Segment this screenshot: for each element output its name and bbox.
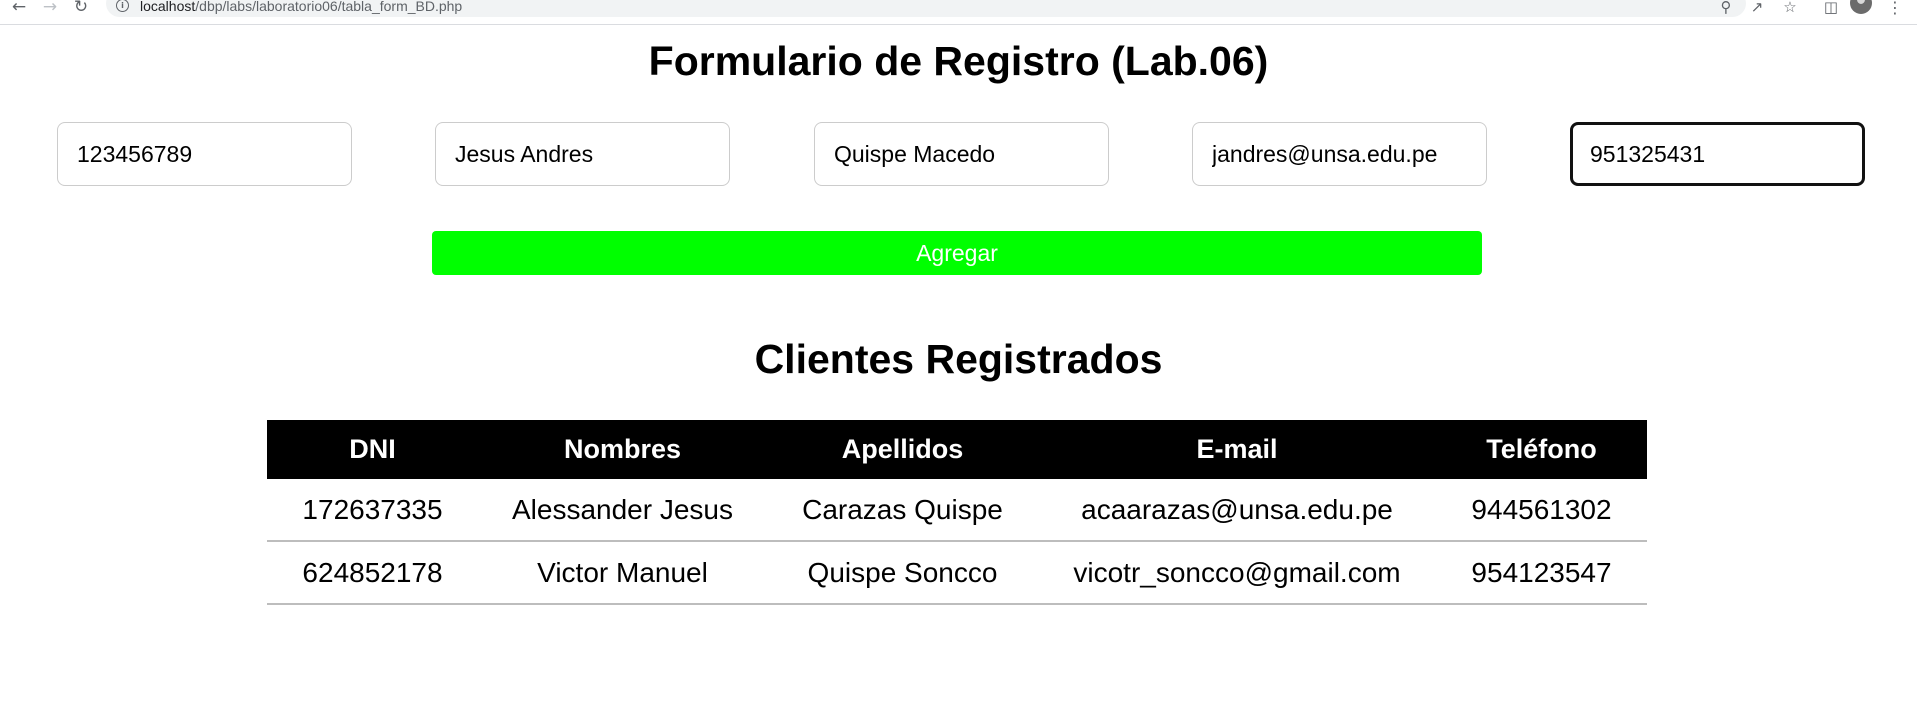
agregar-button[interactable]: Agregar — [432, 231, 1482, 275]
form-title: Formulario de Registro (Lab.06) — [648, 38, 1269, 84]
star-icon[interactable]: ☆ — [1778, 0, 1802, 19]
table-row: 172637335 Alessander Jesus Carazas Quisp… — [267, 479, 1647, 542]
column-header-apellidos: Apellidos — [767, 420, 1038, 479]
cell-email: vicotr_soncco@gmail.com — [1038, 541, 1436, 605]
share-icon[interactable]: ↗ — [1745, 0, 1769, 19]
back-arrow-icon[interactable]: ← — [6, 0, 32, 19]
browser-toolbar: ← → ↻ i localhost/dbp/labs/laboratorio06… — [0, 0, 1917, 25]
nombres-input[interactable] — [435, 122, 730, 186]
dni-input[interactable] — [57, 122, 352, 186]
cell-nombres: Alessander Jesus — [478, 479, 767, 542]
column-header-telefono: Teléfono — [1436, 420, 1647, 479]
email-input[interactable] — [1192, 122, 1487, 186]
cell-dni: 624852178 — [267, 541, 478, 605]
url-text: localhost/dbp/labs/laboratorio06/tabla_f… — [140, 0, 462, 14]
apellidos-input[interactable] — [814, 122, 1109, 186]
table-row: 624852178 Victor Manuel Quispe Soncco vi… — [267, 541, 1647, 605]
cell-email: acaarazas@unsa.edu.pe — [1038, 479, 1436, 542]
avatar[interactable] — [1850, 0, 1872, 14]
reload-icon[interactable]: ↻ — [68, 0, 94, 19]
column-header-dni: DNI — [267, 420, 478, 479]
clients-table: DNI Nombres Apellidos E-mail Teléfono 17… — [267, 420, 1647, 605]
url-host: localhost — [140, 0, 196, 14]
forward-arrow-icon[interactable]: → — [37, 0, 63, 19]
column-header-email: E-mail — [1038, 420, 1436, 479]
info-icon[interactable]: i — [116, 0, 129, 12]
side-panel-icon[interactable]: ◫ — [1819, 0, 1843, 19]
cell-dni: 172637335 — [267, 479, 478, 542]
cell-apellidos: Carazas Quispe — [767, 479, 1038, 542]
telefono-input[interactable] — [1570, 122, 1865, 186]
kebab-menu-icon[interactable]: ⋮ — [1883, 0, 1907, 19]
cell-nombres: Victor Manuel — [478, 541, 767, 605]
column-header-nombres: Nombres — [478, 420, 767, 479]
cell-apellidos: Quispe Soncco — [767, 541, 1038, 605]
zoom-icon[interactable]: ⚲ — [1714, 0, 1738, 19]
url-path: /dbp/labs/laboratorio06/tabla_form_BD.ph… — [195, 0, 463, 14]
cell-telefono: 944561302 — [1436, 479, 1647, 542]
clients-title: Clientes Registrados — [754, 336, 1163, 382]
cell-telefono: 954123547 — [1436, 541, 1647, 605]
address-bar[interactable]: i localhost/dbp/labs/laboratorio06/tabla… — [106, 0, 1746, 17]
table-header-row: DNI Nombres Apellidos E-mail Teléfono — [267, 420, 1647, 479]
